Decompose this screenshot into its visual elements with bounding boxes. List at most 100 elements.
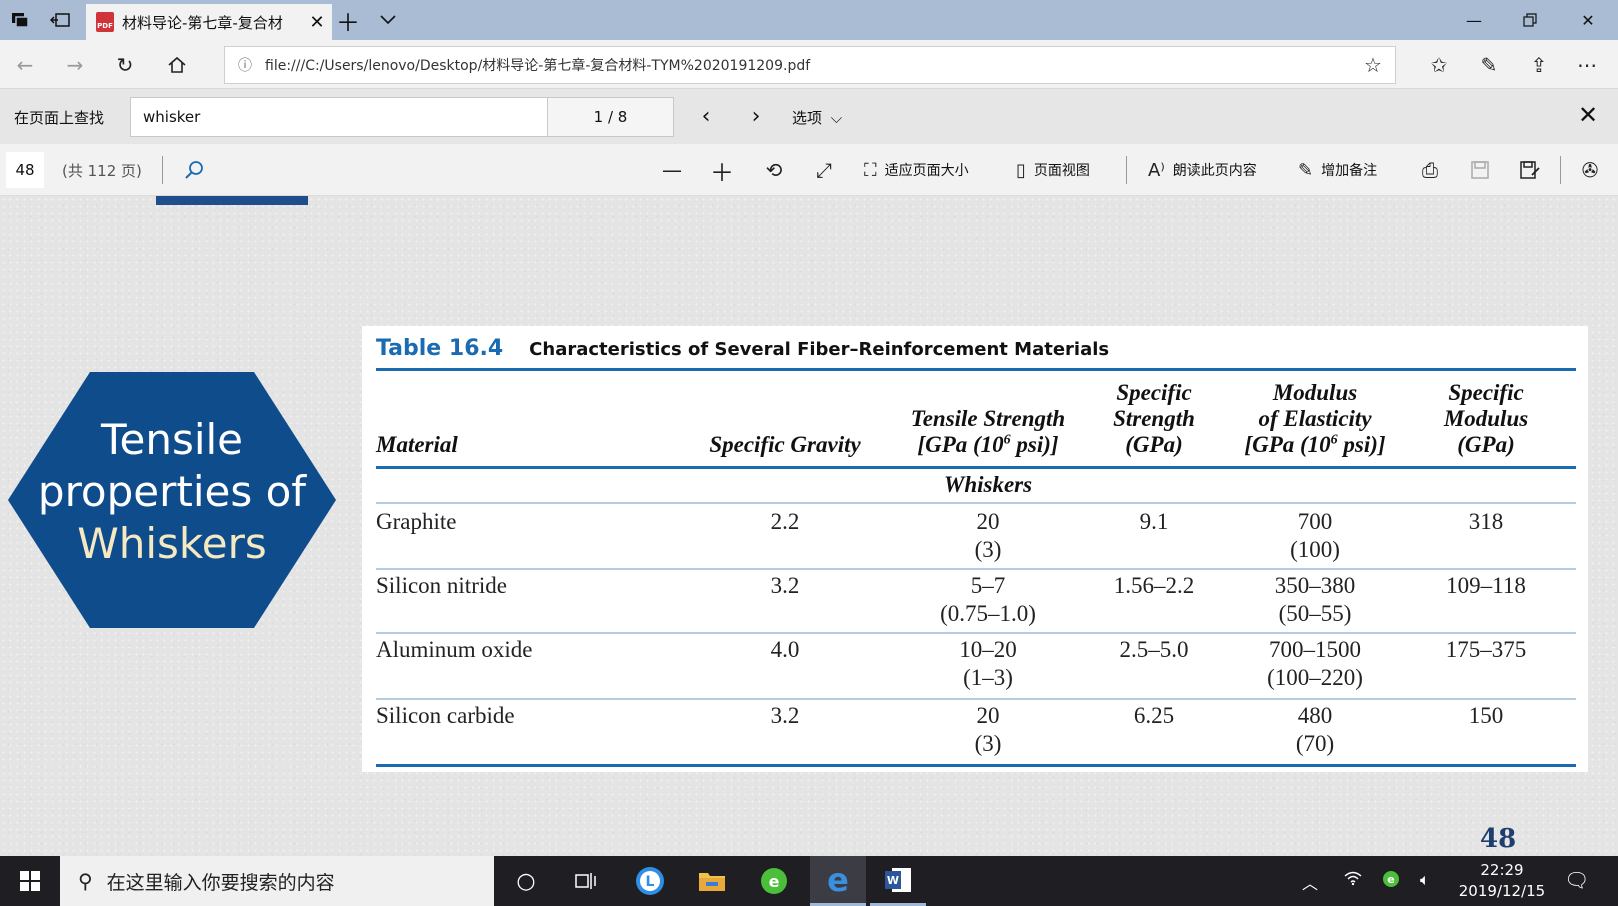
set-tabs-aside-icon[interactable] xyxy=(48,8,72,32)
pdf-toolbar: 48 (共 112 页) — ＋ ⟲ ⤢ ⛶ 适应页面大小 ▯ 页面视图 A⁾ … xyxy=(0,144,1618,196)
url-text[interactable]: file:///C:/Users/lenovo/Desktop/材料导论-第七章… xyxy=(265,55,1351,75)
favorite-star-icon[interactable]: ☆ xyxy=(1351,53,1395,77)
cell-specific-modulus: 150 xyxy=(1468,703,1504,728)
site-info-icon[interactable]: ⓘ xyxy=(225,55,265,75)
title-bar: PDF 材料导论-第七章-复合材 ✕ ＋ — ✕ xyxy=(0,0,1618,40)
page-view-button[interactable]: ▯ 页面视图 xyxy=(1016,158,1090,182)
divider xyxy=(162,156,163,184)
slide-title-line: Tensile xyxy=(100,415,244,464)
taskbar-search-box[interactable]: ⚲ 在这里输入你要搜索的内容 xyxy=(60,856,494,906)
search-icon[interactable] xyxy=(180,156,208,184)
cortana-icon[interactable]: ○ xyxy=(498,856,554,906)
cell-value: (3) xyxy=(974,731,1002,756)
find-input[interactable]: whisker xyxy=(130,97,548,137)
action-center-icon[interactable]: 🗨︎ xyxy=(1564,868,1589,892)
taskbar: ⚲ 在这里输入你要搜索的内容 ○ L e e W ︿ e 🔈︎ 22:29 20… xyxy=(0,856,1618,906)
share-icon[interactable]: ⇪ xyxy=(1526,52,1552,78)
volume-muted-icon[interactable]: 🔈︎ xyxy=(1420,870,1430,890)
close-window-icon[interactable]: ✕ xyxy=(1560,0,1616,40)
header-line: Specific xyxy=(1448,380,1524,405)
cell-tensile: 10–20 (1–3) xyxy=(898,636,1078,692)
taskbar-search-placeholder: 在这里输入你要搜索的内容 xyxy=(106,871,335,894)
cell-value: 480 xyxy=(1297,703,1333,728)
fullscreen-icon[interactable]: ⤢ xyxy=(810,156,838,184)
chevron-down-icon: ⌵ xyxy=(830,109,843,127)
tab-title: 材料导论-第七章-复合材 xyxy=(122,13,283,32)
page-number-input[interactable]: 48 xyxy=(6,152,44,188)
page-total: (共 112 页) xyxy=(62,162,142,180)
edge-browser-icon[interactable]: e xyxy=(810,856,866,906)
pen-annotate-icon[interactable]: ✎ xyxy=(1476,52,1502,78)
slide-title-line: properties of xyxy=(37,467,307,516)
header-line: Modulus xyxy=(1443,406,1529,431)
tab-active-pdf[interactable]: PDF 材料导论-第七章-复合材 ✕ xyxy=(86,4,332,40)
fit-page-button[interactable]: ⛶ 适应页面大小 xyxy=(864,158,969,182)
find-match-count: 1 / 8 xyxy=(548,97,674,137)
table-number: Table 16.4 xyxy=(376,336,504,361)
header-line: Specific xyxy=(1116,380,1192,405)
divider xyxy=(1560,156,1561,184)
find-previous-icon[interactable]: ‹ xyxy=(692,103,720,131)
show-hidden-icons-icon[interactable]: ︿ xyxy=(1302,870,1318,894)
cell-value: (100) xyxy=(1290,537,1340,562)
pdf-file-icon: PDF xyxy=(96,12,114,32)
zoom-out-icon[interactable]: — xyxy=(658,156,686,184)
windows-start-icon[interactable] xyxy=(0,856,60,906)
save-icon[interactable] xyxy=(1466,156,1494,184)
app-l-icon[interactable]: L xyxy=(622,856,678,906)
read-aloud-button[interactable]: A⁾ 朗读此页内容 xyxy=(1148,158,1257,182)
table-rule xyxy=(376,632,1576,634)
find-options-dropdown[interactable]: 选项 ⌵ xyxy=(792,107,842,128)
minimize-icon[interactable]: — xyxy=(1446,0,1502,40)
print-icon[interactable]: ⎙ xyxy=(1416,156,1444,184)
svg-text:L: L xyxy=(646,874,655,890)
pin-toolbar-icon[interactable]: ✇ xyxy=(1576,156,1604,184)
table-rule xyxy=(376,502,1576,504)
cell-gravity: 2.2 xyxy=(770,509,800,534)
cell-value: 700–1500 xyxy=(1269,637,1361,662)
zoom-in-icon[interactable]: ＋ xyxy=(708,156,736,187)
forward-icon[interactable]: → xyxy=(62,52,88,78)
pen-icon: ✎ xyxy=(1298,159,1314,181)
cell-value: 20 xyxy=(976,509,1000,534)
table-title: Characteristics of Several Fiber–Reinfor… xyxy=(529,339,1110,360)
browser-360-icon[interactable]: e xyxy=(746,856,802,906)
more-menu-icon[interactable]: ⋯ xyxy=(1574,52,1600,78)
word-icon[interactable]: W xyxy=(870,856,926,906)
find-next-icon[interactable]: › xyxy=(742,103,770,131)
slide-decoration-bar xyxy=(156,196,308,205)
tab-manager-icon[interactable] xyxy=(8,8,32,32)
cell-value: 5–7 xyxy=(970,573,1006,598)
tab-preview-chevron-icon[interactable] xyxy=(376,8,400,32)
svg-text:e: e xyxy=(1387,873,1394,886)
save-as-icon[interactable] xyxy=(1516,156,1544,184)
system-clock[interactable]: 22:29 2019/12/15 xyxy=(1452,860,1552,902)
cell-gravity: 3.2 xyxy=(770,573,800,598)
security-app-icon[interactable]: e xyxy=(1382,870,1400,892)
pdf-document-area[interactable]: Tensile properties of Whiskers Table 16.… xyxy=(0,196,1618,856)
cell-specific-strength: 2.5–5.0 xyxy=(1119,637,1189,662)
find-close-icon[interactable]: ✕ xyxy=(1578,101,1598,129)
new-tab-icon[interactable]: ＋ xyxy=(336,8,360,37)
restore-icon[interactable] xyxy=(1502,0,1558,40)
file-explorer-icon[interactable] xyxy=(684,856,740,906)
refresh-icon[interactable]: ↻ xyxy=(112,52,138,78)
task-view-icon[interactable] xyxy=(558,856,614,906)
svg-text:e: e xyxy=(769,872,780,891)
page-view-icon: ▯ xyxy=(1016,159,1026,181)
cell-material: Aluminum oxide xyxy=(376,637,533,662)
header-superscript: 6 xyxy=(1330,432,1338,448)
favorites-list-icon[interactable]: ✩ xyxy=(1426,52,1452,78)
table-rule xyxy=(376,698,1576,700)
wifi-icon[interactable] xyxy=(1344,870,1362,890)
add-notes-button[interactable]: ✎ 增加备注 xyxy=(1298,158,1377,182)
address-bar[interactable]: ⓘ file:///C:/Users/lenovo/Desktop/材料导论-第… xyxy=(224,46,1396,84)
cell-specific-modulus: 109–118 xyxy=(1446,573,1526,598)
tab-close-icon[interactable]: ✕ xyxy=(302,12,332,33)
back-icon[interactable]: ← xyxy=(12,52,38,78)
cell-value: 20 xyxy=(976,703,1000,728)
cell-material: Graphite xyxy=(376,509,457,534)
rotate-icon[interactable]: ⟲ xyxy=(760,156,788,184)
read-aloud-icon: A⁾ xyxy=(1148,159,1165,181)
home-icon[interactable] xyxy=(164,52,190,78)
